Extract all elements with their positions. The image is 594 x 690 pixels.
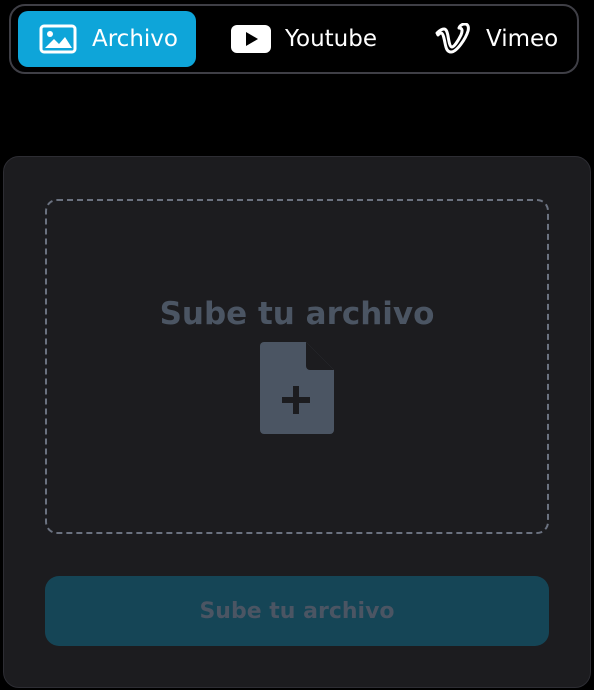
- vimeo-icon: [434, 23, 470, 55]
- upload-card: Sube tu archivo Sube tu archivo: [3, 156, 591, 688]
- tab-youtube[interactable]: Youtube: [231, 11, 401, 67]
- tab-youtube-label: Youtube: [285, 26, 377, 52]
- dropzone-title: Sube tu archivo: [159, 295, 435, 332]
- youtube-icon: [231, 24, 271, 54]
- source-tabbar: Archivo Youtube Vimeo: [9, 4, 579, 74]
- tab-archivo[interactable]: Archivo: [18, 11, 196, 67]
- tab-vimeo[interactable]: Vimeo: [434, 11, 558, 67]
- file-plus-icon: [260, 341, 334, 438]
- upload-submit-button[interactable]: Sube tu archivo: [45, 576, 549, 646]
- image-icon: [39, 24, 77, 54]
- file-dropzone[interactable]: Sube tu archivo: [45, 199, 549, 534]
- tab-archivo-label: Archivo: [92, 26, 178, 52]
- tab-vimeo-label: Vimeo: [486, 26, 559, 52]
